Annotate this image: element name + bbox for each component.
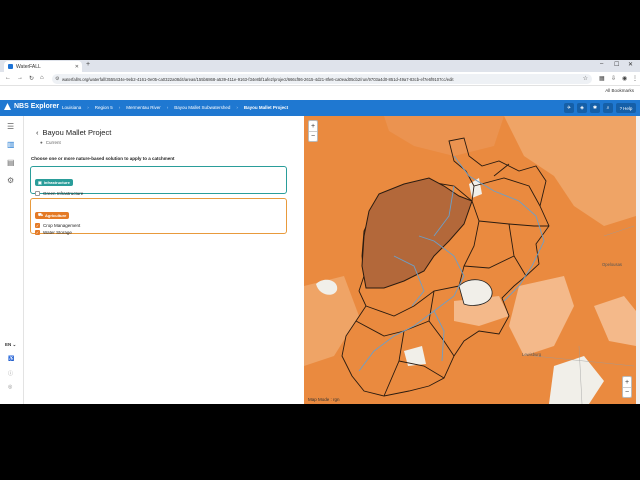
all-bookmarks-link[interactable]: All Bookmarks <box>605 88 634 93</box>
close-window-icon[interactable]: ✕ <box>628 61 633 68</box>
badge-label: Infrastructure <box>43 180 70 185</box>
zoom-in-button[interactable]: + <box>309 121 317 131</box>
option-label: Green Infrastructure <box>43 191 84 196</box>
zoom-out-button[interactable]: − <box>623 387 631 397</box>
search-icon[interactable]: ⌕ <box>603 103 613 113</box>
pin-icon[interactable]: ✈ <box>564 103 574 113</box>
new-tab-icon[interactable]: + <box>86 61 90 68</box>
minimize-icon[interactable]: – <box>600 61 603 67</box>
white-patch <box>458 279 493 306</box>
browser-window: WaterFALL ✕ + – ☐ ✕ ← → ↻ ⌂ ⚙ waterfallr… <box>0 60 640 404</box>
reload-icon[interactable]: ↻ <box>29 75 34 82</box>
profile-icon[interactable]: ◉ <box>622 75 627 82</box>
option-water-storage[interactable]: ✓ Water Storage <box>35 230 282 235</box>
left-rail: ☰ ▥ ▤ ⚙ EN ⌄ ♿ ⓘ ◎ <box>0 116 24 404</box>
bookmarks-bar: All Bookmarks <box>0 86 640 96</box>
map-view[interactable]: Opelousas Lewisburg + − + − Map Mode : r… <box>304 116 636 404</box>
site-info-icon[interactable]: ⚙ <box>55 76 59 82</box>
option-green-infrastructure[interactable]: Green Infrastructure <box>35 191 282 196</box>
project-status: ● Current <box>40 140 61 145</box>
badge-label: Agriculture <box>45 212 67 218</box>
zoom-control-bottom: + − <box>622 376 632 398</box>
project-title: ‹ Bayou Mallet Project <box>36 128 111 137</box>
app-logo[interactable]: NBS Explorer <box>4 103 59 110</box>
language-label: EN <box>5 342 12 347</box>
zoom-out-button[interactable]: − <box>309 131 317 141</box>
accessibility-icon[interactable]: ♿ <box>8 356 14 362</box>
option-label: Water Storage <box>43 230 72 235</box>
maximize-icon[interactable]: ☐ <box>614 61 619 68</box>
user-icon[interactable]: ◎ <box>8 384 12 390</box>
chevron-right-icon: › <box>118 105 121 110</box>
help-icon: ? <box>619 105 623 111</box>
chevron-right-icon: › <box>166 105 169 110</box>
settings-icon[interactable]: ✱ <box>590 103 600 113</box>
help-label: Help <box>623 105 633 111</box>
address-bar: ← → ↻ ⌂ ⚙ waterfallrs.org/waterfall/3555… <box>0 72 640 86</box>
bookmark-star-icon[interactable]: ☆ <box>583 75 588 82</box>
chevron-right-icon: › <box>87 105 89 110</box>
chevron-right-icon: › <box>236 105 238 110</box>
url-input[interactable]: ⚙ waterfallrs.org/waterfall/3555434e-9eb… <box>52 74 592 84</box>
breadcrumb-item-basin[interactable]: Mermentau River <box>126 105 161 110</box>
checkbox[interactable] <box>35 191 40 196</box>
browser-tab[interactable]: WaterFALL ✕ <box>4 61 82 72</box>
app-header: NBS Explorer Louisiana › Region 5 › Merm… <box>0 100 640 116</box>
tractor-icon: ⛟ <box>38 212 44 217</box>
language-selector[interactable]: EN ⌄ <box>5 342 16 348</box>
book-icon[interactable]: ▤ <box>7 158 15 167</box>
forward-icon[interactable]: → <box>17 75 23 81</box>
solution-panel: ‹ Bayou Mallet Project ● Current Choose … <box>24 116 304 404</box>
menu-icon[interactable]: ⋮ <box>632 75 638 82</box>
url-text: waterfallrs.org/waterfall/3555434e-9eb2-… <box>62 76 454 82</box>
breadcrumb-item-project: Bayou Mallet Project <box>243 105 289 110</box>
checkbox-checked[interactable]: ✓ <box>35 230 40 235</box>
agriculture-card: ⛟ Agriculture ✓ Crop Management ✓ Water … <box>30 198 287 235</box>
breadcrumb: Louisiana › Region 5 › Mermentau River ›… <box>62 105 288 110</box>
town-label: Lewisburg <box>522 352 542 357</box>
logo-icon <box>4 103 11 110</box>
town-label: Opelousas <box>602 262 622 267</box>
zoom-control-top: + − <box>308 120 318 142</box>
checkbox-checked[interactable]: ✓ <box>35 223 40 228</box>
home-icon[interactable]: ⌂ <box>40 75 44 81</box>
building-icon: ▣ <box>38 180 42 185</box>
help-button[interactable]: ? Help <box>616 103 636 113</box>
map-icon[interactable]: ▥ <box>7 140 15 149</box>
zoom-in-button[interactable]: + <box>623 377 631 387</box>
downloads-icon[interactable]: ⇩ <box>611 75 616 82</box>
option-label: Crop Management <box>43 223 81 228</box>
chevron-left-icon[interactable]: ‹ <box>36 128 39 137</box>
logo-text: NBS Explorer <box>14 103 60 110</box>
infrastructure-card: ▣ Infrastructure Green Infrastructure <box>30 166 287 196</box>
info-icon[interactable]: ⓘ <box>8 370 13 377</box>
status-dot-icon: ● <box>40 140 43 145</box>
gear-icon[interactable]: ⚙ <box>7 176 14 185</box>
map-mode-label: Map Mode : rgn <box>308 397 340 402</box>
option-crop-management[interactable]: ✓ Crop Management <box>35 223 282 228</box>
list-icon[interactable]: ☰ <box>7 122 14 131</box>
map-canvas[interactable]: Opelousas Lewisburg <box>304 116 636 404</box>
favicon-icon <box>8 64 13 69</box>
breadcrumb-item-state[interactable]: Louisiana <box>62 105 81 110</box>
project-title-text: Bayou Mallet Project <box>42 128 112 137</box>
tab-title: WaterFALL <box>16 63 41 70</box>
breadcrumb-item-region[interactable]: Region 5 <box>95 105 113 110</box>
close-icon[interactable]: ✕ <box>75 64 82 70</box>
header-actions: ✈ ◈ ✱ ⌕ ? Help <box>564 103 636 113</box>
extensions-icon[interactable]: ▦ <box>599 75 605 82</box>
layers-icon[interactable]: ◈ <box>577 103 587 113</box>
status-text: Current <box>45 140 61 145</box>
breadcrumb-item-subwatershed[interactable]: Bayou Mallet Subwatershed <box>174 105 230 110</box>
back-icon[interactable]: ← <box>5 75 11 81</box>
tab-strip: WaterFALL ✕ + – ☐ ✕ <box>0 60 640 72</box>
agriculture-badge: ⛟ Agriculture <box>35 211 70 219</box>
instruction-text: Choose one or more nature-based solution… <box>31 156 175 161</box>
infrastructure-badge: ▣ Infrastructure <box>35 179 73 186</box>
page-scrollbar[interactable] <box>636 116 640 404</box>
